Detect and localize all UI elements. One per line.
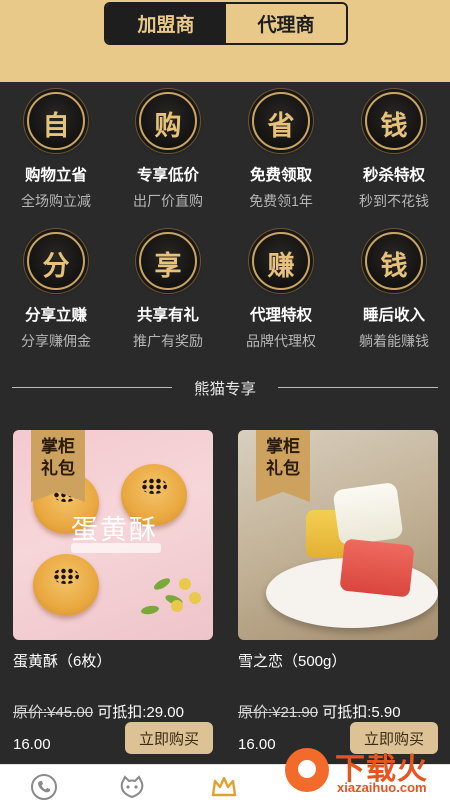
benefit-item[interactable]: 购 专享低价 出厂价直购 [112,92,224,211]
header-bar: 加盟商 代理商 [0,0,450,82]
watermark: 下载火 xiazaihuo.com [265,740,450,800]
product-card[interactable]: 掌柜 礼包 雪之恋（500g） 原价:¥21.90 可抵扣:5.90 16.00… [238,430,438,754]
role-segmented-control: 加盟商 代理商 [104,2,348,45]
benefit-title: 代理特权 [249,307,312,324]
crown-icon[interactable] [210,773,238,800]
original-price: 原价:¥21.90 [238,704,319,721]
divider-line-right [278,387,438,388]
benefit-title: 分享立赚 [24,307,87,324]
sheng-medal-icon: 省 [252,92,310,150]
benefit-subtitle: 免费领1年 [249,193,313,209]
gift-tag: 掌柜 礼包 [256,430,310,502]
gift-tag: 掌柜 礼包 [31,430,85,502]
product-name: 蛋黄酥（6枚） [13,653,112,670]
buy-now-button[interactable]: 立即购买 [125,722,213,754]
image-caption: 蛋黄酥 [71,515,158,546]
benefit-title: 专享低价 [136,167,199,184]
gou-medal-icon: 购 [139,92,197,150]
benefit-title: 免费领取 [249,167,312,184]
product-name: 雪之恋（500g） [238,653,347,670]
benefit-title: 秒杀特权 [362,167,425,184]
benefit-item[interactable]: 省 免费领取 免费领1年 [225,92,337,211]
benefit-subtitle: 品牌代理权 [246,333,316,349]
qian-medal-icon: 钱 [365,232,423,290]
benefit-item[interactable]: 赚 代理特权 品牌代理权 [225,232,337,351]
xiang-medal-icon: 享 [139,232,197,290]
benefit-subtitle: 出厂价直购 [133,193,203,209]
phone-icon[interactable] [30,773,58,800]
tab-agent[interactable]: 代理商 [226,4,346,43]
price-row: 原价:¥21.90 可抵扣:5.90 [238,701,438,722]
zhuan-medal-icon: 赚 [252,232,310,290]
benefit-subtitle: 分享赚佣金 [21,333,91,349]
benefit-item[interactable]: 自 购物立省 全场购立减 [0,92,112,211]
benefit-title: 购物立省 [24,167,87,184]
benefit-subtitle: 全场购立减 [21,193,91,209]
flame-logo-icon [285,748,329,792]
original-price: 原价:¥45.00 [13,704,94,721]
fen-medal-icon: 分 [27,232,85,290]
price-row: 原价:¥45.00 可抵扣:29.00 [13,701,213,722]
benefit-subtitle: 躺着能赚钱 [359,333,429,349]
deduct-amount: 可抵扣:29.00 [97,704,184,721]
product-image[interactable]: 掌柜 礼包 [238,430,438,640]
deduct-amount: 可抵扣:5.90 [322,704,401,721]
tab-franchisee[interactable]: 加盟商 [106,4,226,43]
benefit-subtitle: 秒到不花钱 [359,193,429,209]
benefit-subtitle: 推广有奖励 [133,333,203,349]
benefit-item[interactable]: 钱 秒杀特权 秒到不花钱 [338,92,450,211]
section-title: 熊猫专享 [193,381,256,398]
benefit-item[interactable]: 钱 睡后收入 躺着能赚钱 [338,232,450,351]
benefit-item[interactable]: 享 共享有礼 推广有奖励 [112,232,224,351]
watermark-url: xiazaihuo.com [337,780,427,795]
section-divider: 熊猫专享 [0,374,450,398]
benefit-item[interactable]: 分 分享立赚 分享赚佣金 [0,232,112,351]
product-image[interactable]: 蛋黄酥 掌柜 礼包 [13,430,213,640]
smile-icon[interactable] [118,773,146,800]
benefit-title: 共享有礼 [136,307,199,324]
benefit-title: 睡后收入 [362,307,425,324]
product-card[interactable]: 蛋黄酥 掌柜 礼包 蛋黄酥（6枚） 原价:¥45.00 可抵扣:29.00 16… [13,430,213,754]
zi-medal-icon: 自 [27,92,85,150]
qian-medal-icon: 钱 [365,92,423,150]
